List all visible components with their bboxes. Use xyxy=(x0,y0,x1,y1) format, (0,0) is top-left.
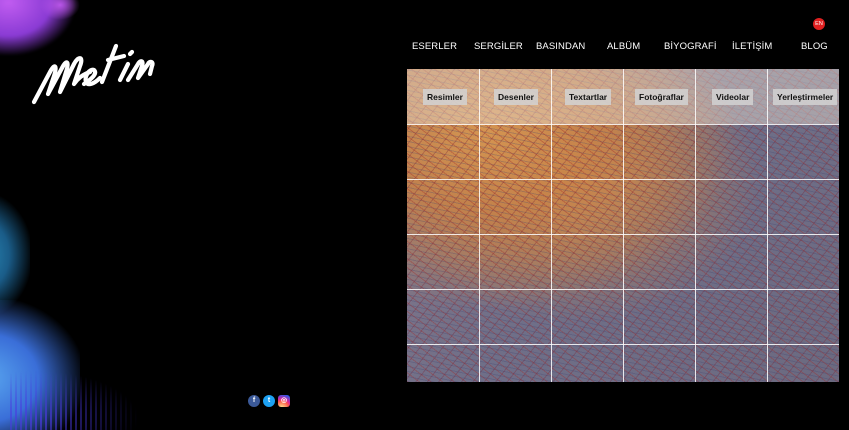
grid-line xyxy=(767,69,768,382)
category-fotograflar[interactable]: Fotoğraflar xyxy=(635,89,688,105)
nav-item-iletisim[interactable]: İLETİŞİM xyxy=(732,41,772,52)
grid-line xyxy=(479,69,480,382)
grid-lines xyxy=(407,69,839,382)
nav-item-basindan[interactable]: BASINDAN xyxy=(536,41,585,52)
paint-splash-bottom-left xyxy=(0,300,80,430)
paint-splash-top-left-small xyxy=(40,0,80,20)
paint-splash-mid-left xyxy=(0,195,30,315)
category-yerlestirmeler[interactable]: Yerleştirmeler xyxy=(773,89,838,105)
category-textartlar[interactable]: Textartlar xyxy=(565,89,612,105)
grid-line xyxy=(623,69,624,382)
artwork-grid: Resimler Desenler Textartlar Fotoğraflar… xyxy=(407,69,839,382)
main-navigation: ESERLER SERGİLER BASINDAN ALBÜM BİYOGRAF… xyxy=(395,41,845,57)
grid-line xyxy=(407,234,839,235)
paint-splash-bottom-left-streaks xyxy=(10,370,140,430)
grid-line xyxy=(551,69,552,382)
category-desenler[interactable]: Desenler xyxy=(494,89,538,105)
facebook-icon[interactable]: f xyxy=(248,395,260,407)
nav-item-eserler[interactable]: ESERLER xyxy=(412,41,457,52)
grid-line xyxy=(695,69,696,382)
category-videolar[interactable]: Videolar xyxy=(712,89,754,105)
grid-line xyxy=(407,344,839,345)
signature-logo[interactable] xyxy=(28,30,158,108)
nav-item-biyografi[interactable]: BİYOGRAFİ xyxy=(664,41,717,52)
grid-line xyxy=(407,289,839,290)
grid-line xyxy=(407,179,839,180)
nav-item-album[interactable]: ALBÜM xyxy=(607,41,640,52)
twitter-icon[interactable]: t xyxy=(263,395,275,407)
nav-item-sergiler[interactable]: SERGİLER xyxy=(474,41,523,52)
language-switch-button[interactable]: EN xyxy=(813,18,825,30)
grid-line xyxy=(407,124,839,125)
instagram-icon[interactable]: ◎ xyxy=(278,395,290,407)
nav-item-blog[interactable]: BLOG xyxy=(801,41,828,52)
category-resimler[interactable]: Resimler xyxy=(423,89,467,105)
